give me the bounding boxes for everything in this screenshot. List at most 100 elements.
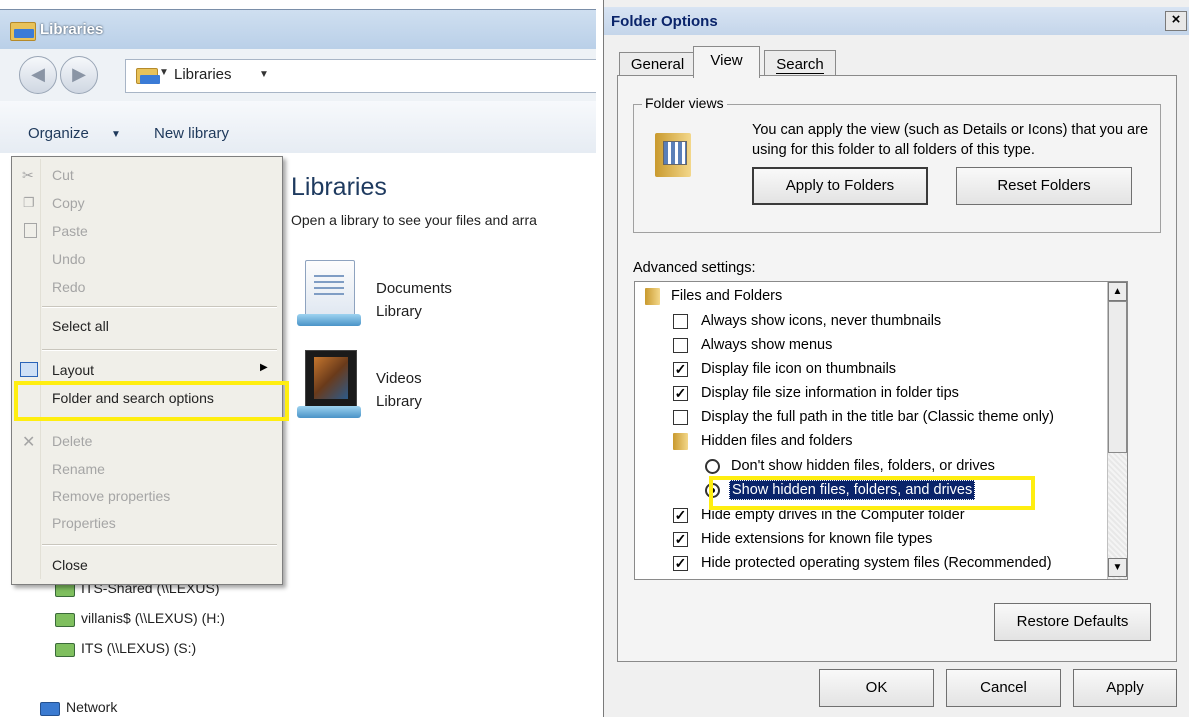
list-item-label: Hidden files and folders bbox=[701, 433, 853, 449]
page-title: Libraries bbox=[291, 173, 387, 201]
list-item-label: Display the full path in the title bar (… bbox=[701, 409, 1054, 425]
library-name: Documents bbox=[376, 280, 452, 297]
checkbox[interactable] bbox=[673, 338, 688, 353]
back-button[interactable]: ◀ bbox=[19, 56, 57, 94]
paste-icon bbox=[24, 223, 37, 238]
radio-button[interactable] bbox=[705, 459, 720, 474]
library-item-videos[interactable]: Videos Library bbox=[293, 348, 593, 433]
apply-to-folders-button[interactable]: Apply to Folders bbox=[752, 167, 928, 205]
reset-folders-button[interactable]: Reset Folders bbox=[956, 167, 1132, 205]
advanced-settings-label: Advanced settings: bbox=[633, 260, 756, 276]
tab-view[interactable]: View bbox=[693, 46, 760, 78]
forward-arrow-icon: ▶ bbox=[72, 64, 86, 84]
checkbox-checked[interactable]: ✓ bbox=[673, 556, 688, 571]
list-item-label: Always show icons, never thumbnails bbox=[701, 313, 942, 329]
menu-item-properties[interactable]: Properties bbox=[52, 515, 116, 531]
menu-item-close[interactable]: Close bbox=[52, 557, 88, 573]
checkbox[interactable] bbox=[673, 314, 688, 329]
restore-defaults-button[interactable]: Restore Defaults bbox=[994, 603, 1151, 641]
scroll-thumb[interactable] bbox=[1108, 301, 1127, 453]
library-type: Library bbox=[376, 393, 422, 410]
menu-separator bbox=[42, 349, 277, 351]
menu-item-redo[interactable]: Redo bbox=[52, 279, 85, 295]
organize-menu: ✂ Cut ❐ Copy Paste Undo Redo Select all … bbox=[11, 156, 283, 585]
list-item-label: Display file size information in folder … bbox=[701, 385, 959, 401]
list-item-label: Files and Folders bbox=[671, 288, 783, 304]
list-item-label: Display file icon on thumbnails bbox=[701, 361, 897, 377]
cancel-button[interactable]: Cancel bbox=[946, 669, 1061, 707]
address-bar[interactable]: ▼ Libraries ▼ bbox=[125, 59, 596, 93]
submenu-arrow-icon: ▶ bbox=[260, 362, 268, 373]
checkbox-checked[interactable]: ✓ bbox=[673, 386, 688, 401]
address-text: Libraries bbox=[174, 66, 232, 83]
menu-item-cut[interactable]: Cut bbox=[52, 167, 74, 183]
library-item-documents[interactable]: Documents Library bbox=[293, 258, 593, 338]
scroll-up-button[interactable]: ▲ bbox=[1108, 282, 1127, 301]
folder-views-icon bbox=[655, 133, 691, 177]
network-drive-icon bbox=[55, 613, 75, 627]
list-item-label: Always show menus bbox=[701, 337, 833, 353]
list-item-label: Hide extensions for known file types bbox=[701, 531, 933, 547]
menu-separator bbox=[42, 306, 277, 308]
new-library-button[interactable]: New library bbox=[154, 125, 229, 142]
menu-separator bbox=[42, 544, 277, 546]
delete-icon: ✕ bbox=[22, 434, 36, 451]
drive-label: ITS (\\LEXUS) (S:) bbox=[81, 640, 197, 656]
page-subtitle: Open a library to see your files and arr… bbox=[291, 212, 537, 228]
cut-icon: ✂ bbox=[22, 167, 34, 183]
forward-button[interactable]: ▶ bbox=[60, 56, 98, 94]
menu-gutter bbox=[40, 159, 41, 579]
list-scrollbar[interactable]: ▲ ▼ bbox=[1107, 282, 1127, 579]
ok-button[interactable]: OK bbox=[819, 669, 934, 707]
folder-views-description: You can apply the view (such as Details … bbox=[752, 122, 1149, 158]
folder-icon bbox=[673, 433, 688, 450]
back-arrow-icon: ◀ bbox=[31, 64, 45, 84]
menu-item-paste[interactable]: Paste bbox=[52, 223, 88, 239]
scroll-up-icon: ▲ bbox=[1112, 286, 1123, 297]
apply-button[interactable]: Apply bbox=[1073, 669, 1177, 707]
close-icon: × bbox=[1171, 11, 1181, 28]
grid-view-icon bbox=[663, 141, 687, 165]
checkbox-checked[interactable]: ✓ bbox=[673, 532, 688, 547]
library-base-icon bbox=[297, 406, 361, 418]
drive-label: villanis$ (\\LEXUS) (H:) bbox=[81, 610, 225, 626]
dialog-title-bar: Folder Options × bbox=[604, 7, 1189, 35]
scroll-down-button[interactable]: ▼ bbox=[1108, 558, 1127, 577]
highlight-box bbox=[709, 476, 1035, 510]
menu-item-copy[interactable]: Copy bbox=[52, 195, 85, 211]
library-name: Videos bbox=[376, 370, 422, 387]
folder-views-legend: Folder views bbox=[642, 95, 727, 111]
explorer-toolbar: Organize ▼ New library bbox=[0, 101, 596, 154]
address-dropdown-icon[interactable]: ▼ bbox=[259, 69, 269, 80]
menu-item-layout[interactable]: Layout bbox=[52, 362, 94, 378]
tab-search[interactable]: Search bbox=[764, 50, 836, 77]
address-libraries-icon bbox=[136, 68, 160, 84]
checkbox[interactable] bbox=[673, 410, 688, 425]
network-drive-icon bbox=[55, 583, 75, 597]
dialog-title: Folder Options bbox=[611, 13, 718, 30]
library-base-icon bbox=[297, 314, 361, 326]
menu-item-remove-properties[interactable]: Remove properties bbox=[52, 488, 170, 504]
organize-button[interactable]: Organize bbox=[28, 125, 89, 142]
navigation-bar: ◀ ▶ ▼ Libraries ▼ bbox=[0, 49, 596, 101]
list-item-label: Hide protected operating system files (R… bbox=[701, 555, 1052, 571]
folder-icon bbox=[645, 288, 660, 305]
copy-icon: ❐ bbox=[23, 195, 35, 210]
tab-search-label: Search bbox=[776, 56, 824, 74]
tab-general[interactable]: General bbox=[619, 52, 696, 77]
address-chevron-icon: ▼ bbox=[159, 67, 169, 78]
layout-icon bbox=[20, 362, 38, 377]
close-button[interactable]: × bbox=[1165, 11, 1187, 31]
menu-item-delete[interactable]: Delete bbox=[52, 433, 92, 449]
videos-library-icon bbox=[305, 350, 357, 408]
menu-item-undo[interactable]: Undo bbox=[52, 251, 85, 267]
advanced-settings-list[interactable]: Files and Folders Always show icons, nev… bbox=[634, 281, 1128, 580]
network-icon bbox=[40, 702, 60, 716]
checkbox-checked[interactable]: ✓ bbox=[673, 508, 688, 523]
checkbox-checked[interactable]: ✓ bbox=[673, 362, 688, 377]
documents-library-icon bbox=[305, 260, 355, 318]
menu-item-select-all[interactable]: Select all bbox=[52, 318, 109, 334]
folder-views-group: Folder views You can apply the view (suc… bbox=[633, 95, 1161, 233]
menu-item-rename[interactable]: Rename bbox=[52, 461, 105, 477]
highlight-box bbox=[14, 381, 289, 421]
